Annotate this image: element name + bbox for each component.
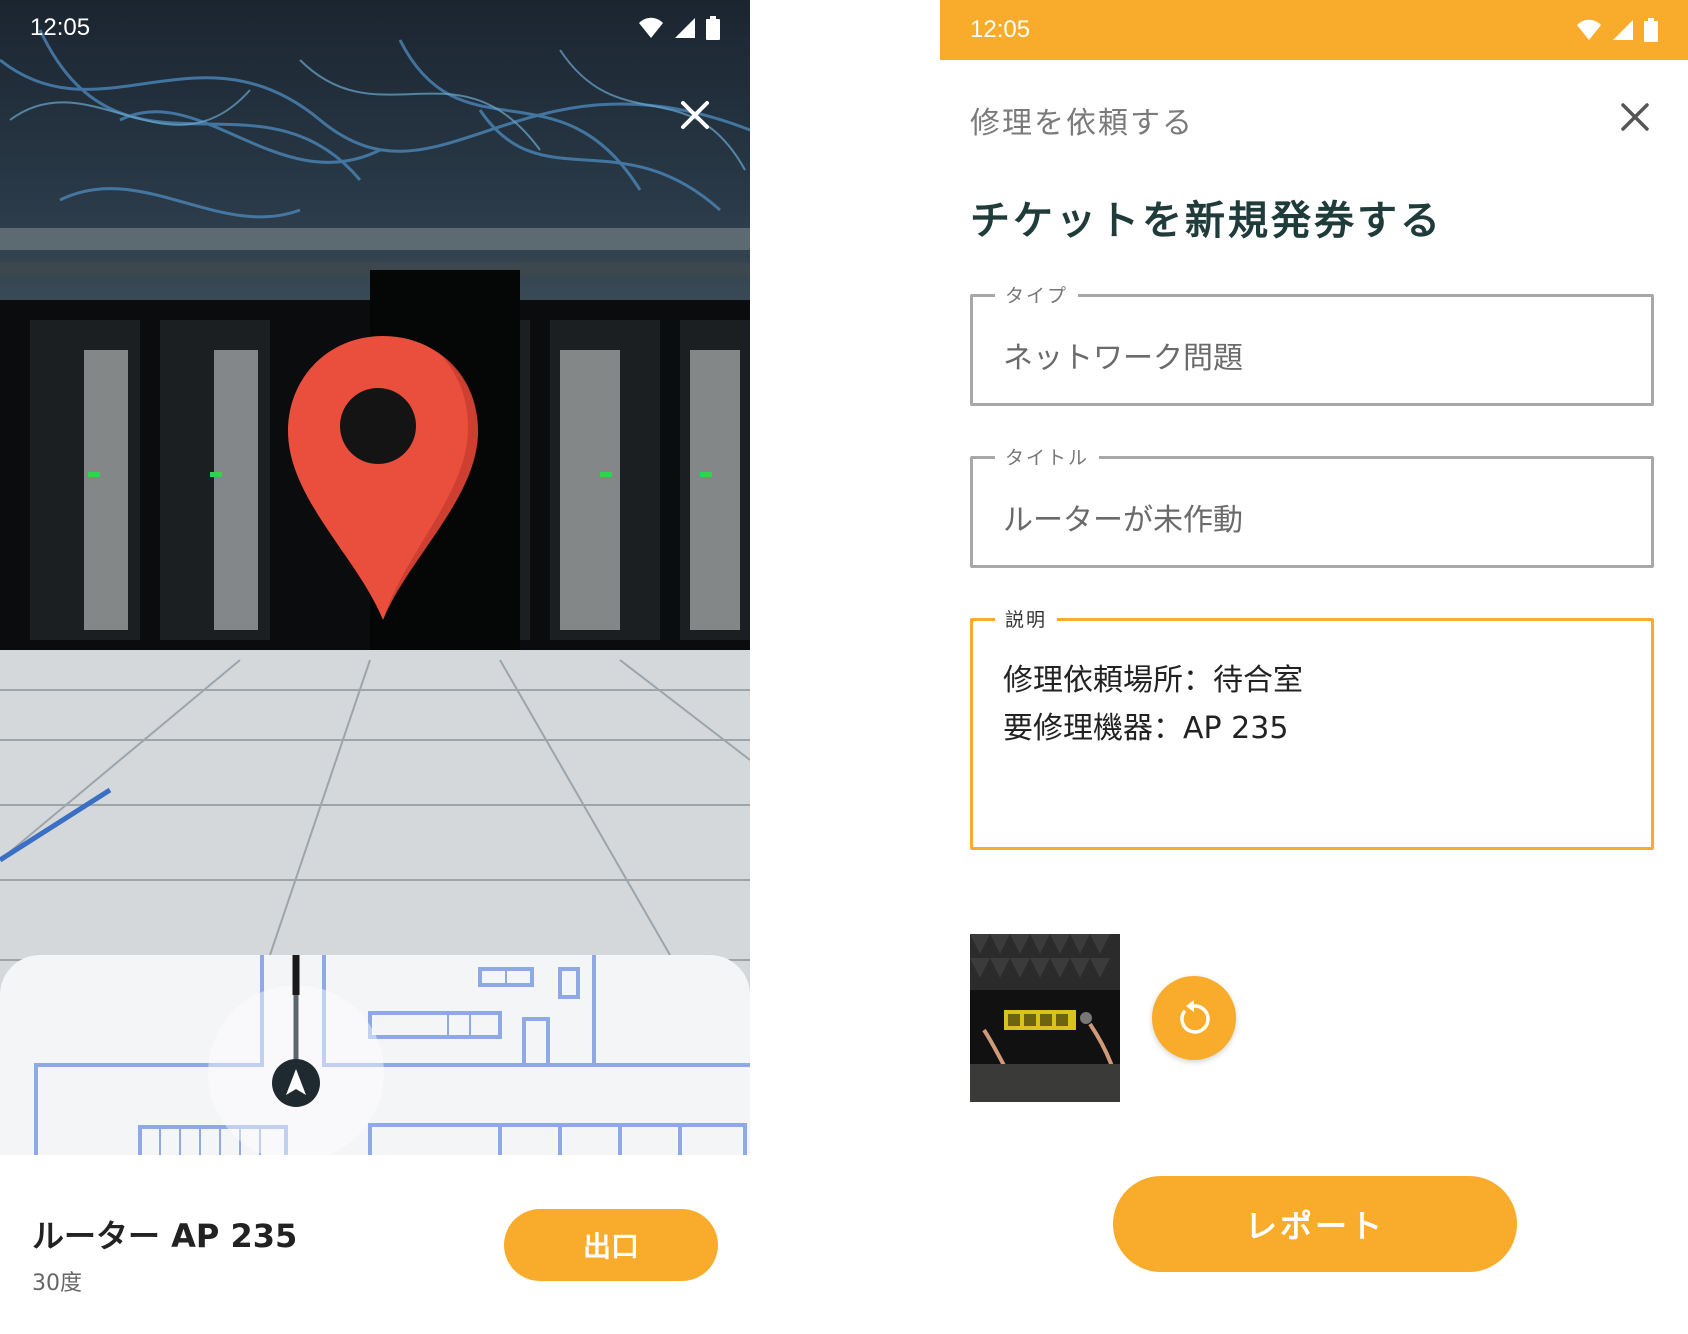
type-field-label: タイプ [995, 281, 1079, 308]
floor-plan-map[interactable] [0, 955, 750, 1155]
battery-icon [1644, 18, 1658, 42]
device-info-bar: ルーター AP 235 30度 出口 [0, 1155, 750, 1334]
status-time: 12:05 [30, 14, 91, 41]
description-text[interactable]: 修理依頼場所：待合室 要修理機器：AP 235 [1003, 657, 1633, 753]
close-form-button[interactable] [1612, 94, 1658, 140]
close-icon [681, 101, 709, 129]
router-photo-thumbnail[interactable] [970, 934, 1120, 1102]
close-icon [1621, 103, 1649, 131]
form-heading: チケットを新規発券する [970, 198, 1443, 244]
floor-plan [34, 955, 750, 1155]
title-input[interactable] [1003, 499, 1623, 534]
status-bar: 12:05 [0, 0, 750, 56]
ar-camera-view: 12:05 [0, 0, 750, 1155]
type-input[interactable] [1003, 337, 1623, 372]
retake-photo-button[interactable] [1152, 976, 1236, 1060]
location-pin-icon[interactable] [278, 328, 488, 628]
status-time: 12:05 [970, 16, 1031, 43]
report-button[interactable]: レポート [1113, 1176, 1517, 1272]
ar-navigation-screen: 12:05 ルーター AP 235 30度 出口 [0, 0, 750, 1334]
wifi-icon [1577, 19, 1601, 40]
device-angle: 30度 [32, 1271, 82, 1296]
title-field-label: タイトル [995, 443, 1100, 470]
repair-request-screen: 12:05 修理を依頼する チケットを新規発券する タイプ タイトル 説明 修理… [940, 0, 1688, 1334]
navigation-arrow-icon [272, 1059, 320, 1107]
cell-signal-icon [675, 18, 695, 38]
cell-signal-icon [1613, 20, 1633, 40]
retake-icon [1180, 1000, 1210, 1034]
device-name: ルーター AP 235 [32, 1217, 298, 1255]
router-photo [970, 934, 1120, 1102]
type-field[interactable]: タイプ [970, 281, 1654, 406]
close-ar-button[interactable] [672, 92, 718, 138]
description-field-label: 説明 [995, 605, 1058, 632]
header-title: 修理を依頼する [970, 106, 1194, 141]
status-bar: 12:05 [940, 0, 1688, 60]
exit-button[interactable]: 出口 [504, 1209, 718, 1281]
description-field[interactable]: 説明 修理依頼場所：待合室 要修理機器：AP 235 [970, 605, 1654, 850]
battery-icon [706, 16, 720, 40]
title-field[interactable]: タイトル [970, 443, 1654, 568]
wifi-icon [639, 17, 663, 38]
